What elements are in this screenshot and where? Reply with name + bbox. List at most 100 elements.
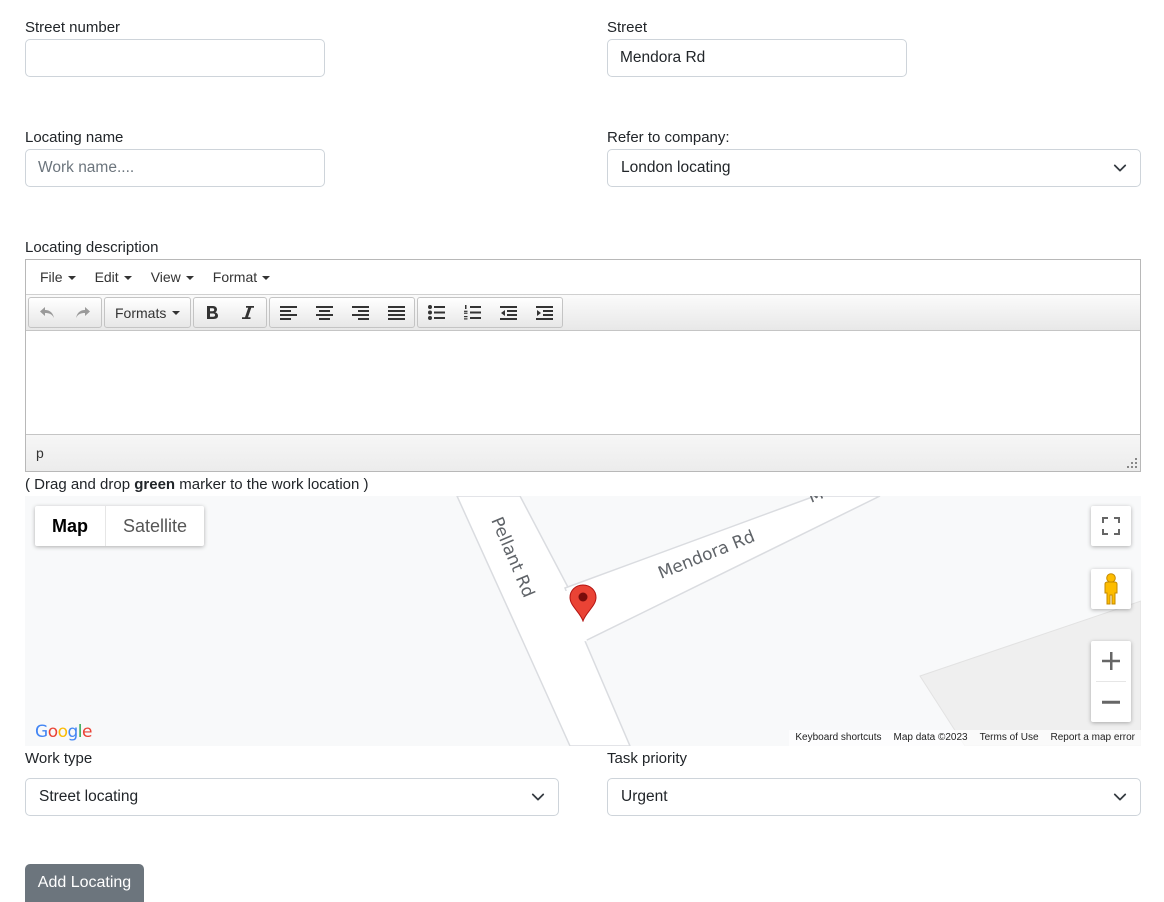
list-group — [417, 297, 564, 328]
task-priority-value: Urgent — [621, 788, 668, 805]
logo-letter: g — [67, 722, 79, 742]
work-type-value: Street locating — [39, 788, 139, 805]
map-type-control: Map Satellite — [35, 506, 205, 546]
numbered-list-icon — [463, 305, 481, 320]
menu-file[interactable]: File — [32, 260, 87, 294]
refer-company-label: Refer to company: — [607, 129, 730, 146]
italic-icon — [242, 306, 255, 319]
work-type-select[interactable]: Street locating — [25, 778, 559, 816]
map-hint: ( Drag and drop green marker to the work… — [25, 476, 369, 493]
editor-menubar: File Edit View Format — [26, 260, 1140, 295]
menu-view[interactable]: View — [143, 260, 205, 294]
locating-name-input[interactable] — [25, 149, 325, 187]
description-label: Locating description — [25, 239, 159, 256]
add-locating-button[interactable]: Add Locating — [25, 864, 144, 902]
work-type-label: Work type — [25, 750, 93, 767]
caret-down-icon — [185, 275, 194, 280]
editor-toolbar: Formats — [26, 295, 1140, 331]
rich-text-editor: File Edit View Format Formats p — [25, 259, 1141, 472]
align-center-button[interactable] — [306, 298, 342, 327]
menu-view-label: View — [150, 269, 181, 285]
zoom-control — [1091, 641, 1131, 722]
align-right-icon — [351, 305, 369, 320]
locating-name-label: Locating name — [25, 129, 124, 146]
chevron-down-icon — [1113, 790, 1127, 804]
caret-down-icon — [172, 311, 181, 315]
logo-letter: o — [57, 722, 68, 742]
align-center-icon — [315, 305, 333, 320]
refer-company-select[interactable]: London locating — [607, 149, 1141, 187]
street-number-input[interactable] — [25, 39, 325, 77]
map-hint-suffix: marker to the work location ) — [175, 476, 369, 493]
align-justify-button[interactable] — [378, 298, 414, 327]
task-priority-label: Task priority — [607, 750, 688, 767]
street-input[interactable] — [607, 39, 907, 77]
editor-content-area[interactable] — [26, 331, 1140, 435]
caret-down-icon — [67, 275, 76, 280]
logo-letter: G — [35, 722, 48, 742]
align-left-icon — [279, 305, 297, 320]
menu-format-label: Format — [212, 269, 258, 285]
outdent-icon — [499, 305, 517, 320]
history-group — [28, 297, 102, 328]
minus-icon — [1102, 700, 1120, 704]
fullscreen-icon — [1102, 517, 1120, 535]
chevron-down-icon — [1113, 161, 1127, 175]
keyboard-shortcuts-link[interactable]: Keyboard shortcuts — [795, 732, 881, 743]
map-attribution: Keyboard shortcuts Map data ©2023 Terms … — [789, 730, 1141, 746]
logo-letter: o — [47, 722, 58, 742]
align-justify-icon — [387, 305, 405, 320]
numbered-list-button[interactable] — [454, 298, 490, 327]
map-type-map-button[interactable]: Map — [35, 506, 105, 546]
caret-down-icon — [123, 275, 132, 280]
bullet-list-button[interactable] — [418, 298, 454, 327]
outdent-button[interactable] — [490, 298, 526, 327]
caret-down-icon — [262, 275, 271, 280]
map-data-text: Map data ©2023 — [893, 731, 968, 743]
editor-statusbar: p — [26, 435, 1140, 471]
plus-icon — [1102, 652, 1120, 670]
formats-label: Formats — [115, 304, 167, 321]
pegman-icon — [1104, 573, 1118, 605]
redo-button[interactable] — [65, 298, 101, 327]
undo-icon — [40, 306, 54, 318]
refer-company-value: London locating — [621, 159, 731, 176]
terms-of-use-link[interactable]: Terms of Use — [980, 732, 1039, 743]
zoom-in-button[interactable] — [1091, 641, 1131, 681]
resize-handle-icon[interactable] — [1127, 458, 1137, 468]
undo-button[interactable] — [29, 298, 65, 327]
bullet-list-icon — [427, 305, 445, 320]
bold-button[interactable] — [194, 298, 230, 327]
menu-format[interactable]: Format — [205, 260, 281, 294]
report-map-error-link[interactable]: Report a map error — [1051, 732, 1135, 743]
indent-icon — [535, 305, 553, 320]
style-group — [193, 297, 268, 328]
align-group — [269, 297, 416, 328]
menu-edit[interactable]: Edit — [87, 260, 143, 294]
fullscreen-button[interactable] — [1091, 506, 1131, 546]
map-hint-prefix: ( Drag and drop — [25, 476, 135, 493]
indent-button[interactable] — [526, 298, 562, 327]
element-path[interactable]: p — [36, 445, 44, 461]
street-number-label: Street number — [25, 19, 121, 36]
street-label: Street — [607, 19, 648, 36]
align-left-button[interactable] — [270, 298, 306, 327]
street-view-pegman-button[interactable] — [1091, 569, 1131, 609]
chevron-down-icon — [531, 790, 545, 804]
map-view[interactable]: Pellant Rd Mendora Rd M Map Satellite Go… — [25, 496, 1141, 746]
italic-button[interactable] — [230, 298, 266, 327]
logo-letter: e — [82, 722, 92, 742]
task-priority-select[interactable]: Urgent — [607, 778, 1141, 816]
location-marker-icon[interactable] — [569, 584, 597, 622]
map-hint-bold: green — [134, 476, 176, 493]
menu-edit-label: Edit — [94, 269, 119, 285]
formats-group: Formats — [104, 297, 192, 328]
formats-dropdown[interactable]: Formats — [105, 298, 190, 327]
google-logo[interactable]: Google — [35, 722, 92, 742]
zoom-out-button[interactable] — [1091, 682, 1131, 722]
align-right-button[interactable] — [342, 298, 378, 327]
menu-file-label: File — [40, 269, 63, 285]
redo-icon — [76, 306, 90, 318]
bold-icon — [207, 306, 219, 319]
map-type-satellite-button[interactable]: Satellite — [105, 506, 204, 546]
